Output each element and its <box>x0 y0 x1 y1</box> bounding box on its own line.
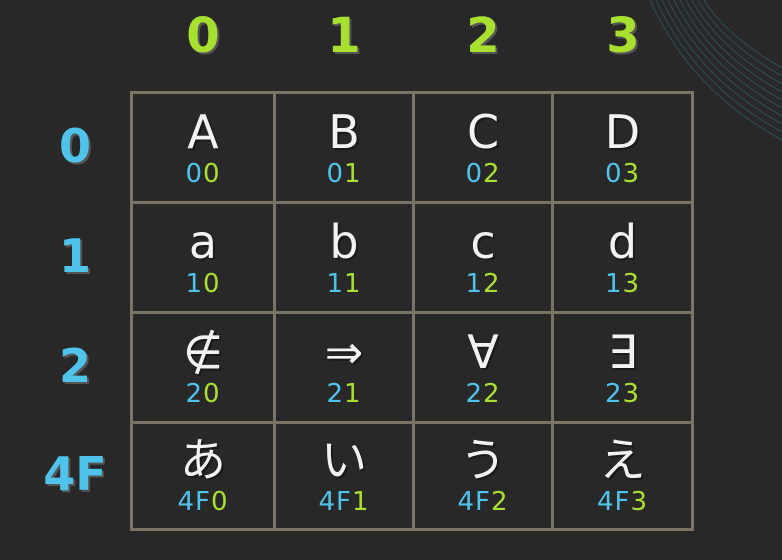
character-code-table: 0 1 2 3 0 1 2 4F A 00 B 01 C 02 D 03 a 1… <box>0 0 782 560</box>
cell-4f-3: え 4F3 <box>554 424 691 528</box>
cell-code-row: 0 <box>604 158 623 189</box>
cell-0-2: C 02 <box>415 94 554 204</box>
cell-2-3: ∃ 23 <box>554 314 691 424</box>
cell-2-2: ∀ 22 <box>415 314 554 424</box>
cell-code-row: 4F <box>318 487 352 517</box>
cell-code-row: 2 <box>465 378 483 409</box>
cell-code: 01 <box>326 159 361 189</box>
cell-code: 22 <box>465 379 500 409</box>
cell-glyph: c <box>470 214 496 269</box>
cell-code-row: 4F <box>457 487 491 517</box>
cell-code-col: 3 <box>622 378 641 409</box>
column-header-0: 0 <box>186 8 220 64</box>
cell-code-row: 2 <box>604 378 623 409</box>
cell-4f-1: い 4F1 <box>276 424 415 528</box>
cell-code: 13 <box>605 269 640 299</box>
cell-code: 4F2 <box>457 487 508 517</box>
cell-code: 12 <box>465 269 500 299</box>
cell-code-col: 2 <box>490 487 509 517</box>
cell-0-0: A 00 <box>133 94 276 204</box>
cell-0-1: B 01 <box>276 94 415 204</box>
cell-code-row: 1 <box>326 268 344 299</box>
cell-code-col: 2 <box>483 268 501 299</box>
cell-glyph: A <box>187 104 219 159</box>
cell-glyph: D <box>604 104 641 159</box>
cell-code-col: 3 <box>622 268 641 299</box>
cell-glyph: ∃ <box>607 324 638 379</box>
cell-2-0: ∉ 20 <box>133 314 276 424</box>
cell-code: 02 <box>465 159 500 189</box>
cell-code: 00 <box>185 159 220 189</box>
column-header-1: 1 <box>327 8 361 64</box>
cell-1-3: d 13 <box>554 204 691 314</box>
cell-code-row: 2 <box>326 378 344 409</box>
cell-2-1: ⇒ 21 <box>276 314 415 424</box>
row-header-0: 0 <box>58 119 91 173</box>
row-header-1: 1 <box>58 229 91 283</box>
cell-glyph: ∉ <box>182 324 224 379</box>
cell-glyph: う <box>460 433 506 487</box>
cell-1-0: a 10 <box>133 204 276 314</box>
cell-code-row: 1 <box>604 268 623 299</box>
cell-glyph: B <box>328 104 360 159</box>
cell-code-col: 0 <box>210 487 229 517</box>
cell-glyph: え <box>599 433 646 487</box>
cell-code: 4F0 <box>177 487 228 517</box>
cell-code: 4F3 <box>597 487 648 517</box>
cell-code-col: 3 <box>622 158 641 189</box>
cell-1-1: b 11 <box>276 204 415 314</box>
cell-code: 20 <box>185 379 220 409</box>
cell-4f-0: あ 4F0 <box>133 424 276 528</box>
cell-code: 11 <box>326 269 361 299</box>
cell-code-col: 1 <box>351 487 370 517</box>
cell-code-row: 2 <box>185 378 203 409</box>
cell-code: 21 <box>326 379 361 409</box>
cell-glyph: b <box>329 214 359 269</box>
cell-glyph: a <box>188 214 218 269</box>
cell-code-row: 4F <box>177 487 211 517</box>
cell-code: 4F1 <box>318 487 369 517</box>
cell-1-2: c 12 <box>415 204 554 314</box>
cell-glyph: ∀ <box>467 324 499 379</box>
column-header-3: 3 <box>606 8 640 64</box>
column-header-2: 2 <box>466 8 500 64</box>
cell-code-row: 0 <box>185 158 203 189</box>
cell-code-row: 1 <box>465 268 483 299</box>
cell-code-col: 0 <box>203 268 221 299</box>
cell-glyph: あ <box>180 433 226 487</box>
cell-4f-2: う 4F2 <box>415 424 554 528</box>
cell-code-col: 1 <box>344 378 362 409</box>
cell-code-col: 1 <box>344 158 362 189</box>
cell-code: 03 <box>605 159 640 189</box>
cell-code: 23 <box>605 379 640 409</box>
cell-glyph: C <box>466 104 500 159</box>
code-grid: A 00 B 01 C 02 D 03 a 10 b 11 c 12 d 13 … <box>130 91 694 531</box>
cell-code-row: 0 <box>326 158 344 189</box>
row-header-4f: 4F <box>43 447 107 501</box>
cell-code-col: 0 <box>203 158 221 189</box>
cell-code-row: 0 <box>465 158 483 189</box>
cell-code-col: 2 <box>483 378 501 409</box>
cell-code-col: 0 <box>203 378 221 409</box>
cell-glyph: ⇒ <box>324 324 364 379</box>
cell-glyph: d <box>607 214 638 269</box>
cell-code-row: 4F <box>596 487 631 517</box>
cell-code-col: 2 <box>483 158 501 189</box>
cell-code: 10 <box>185 269 220 299</box>
cell-glyph: い <box>321 433 367 487</box>
row-header-2: 2 <box>58 339 91 393</box>
cell-code-col: 1 <box>344 268 362 299</box>
cell-0-3: D 03 <box>554 94 691 204</box>
cell-code-row: 1 <box>185 268 203 299</box>
cell-code-col: 3 <box>630 487 649 517</box>
